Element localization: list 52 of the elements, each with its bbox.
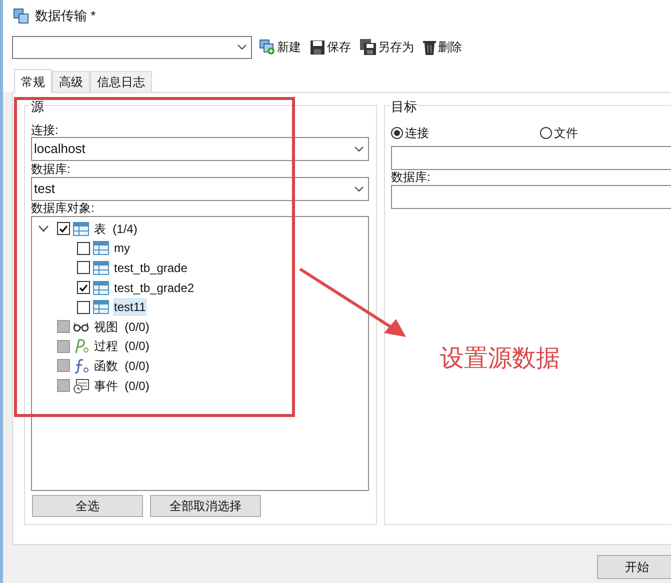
- tree-item[interactable]: test_tb_grade2: [113, 278, 196, 297]
- tree-item[interactable]: test11: [113, 298, 147, 316]
- function-icon: [73, 358, 89, 374]
- tree-item[interactable]: my: [113, 239, 131, 258]
- table-icon: [93, 300, 109, 314]
- toolbar-button[interactable]: 新建: [257, 36, 303, 58]
- connection-field[interactable]: [391, 146, 671, 170]
- field-label: 数据库对象:: [31, 201, 96, 216]
- tab[interactable]: 常规: [14, 69, 52, 93]
- field-label: 连接:: [31, 123, 60, 137]
- table-icon: [93, 241, 109, 256]
- radio-button[interactable]: [540, 127, 552, 139]
- connection-combo[interactable]: localhost: [31, 137, 369, 161]
- field-label: 数据库:: [31, 161, 72, 177]
- table-icon: [93, 260, 109, 275]
- annotation-text: 设置源数据: [440, 343, 560, 374]
- checkbox[interactable]: [77, 281, 90, 294]
- checkbox[interactable]: [77, 261, 90, 274]
- radio-option[interactable]: 文件: [540, 124, 578, 142]
- glasses-icon: [73, 322, 89, 332]
- profile-combo[interactable]: [12, 36, 252, 58]
- dropdown-caret-icon: [354, 186, 364, 192]
- checkbox[interactable]: [77, 300, 90, 314]
- toolbar-button[interactable]: 保存: [308, 36, 353, 58]
- radio-option[interactable]: 连接: [391, 124, 540, 142]
- table-icon: [73, 222, 89, 236]
- tree-item[interactable]: test_tb_grade: [113, 258, 188, 277]
- procedure-icon: [73, 338, 89, 354]
- window-title: 数据传输 *: [35, 7, 96, 26]
- floppy-disks-icon: [360, 39, 376, 55]
- field-label: 数据库:: [391, 170, 432, 185]
- dropdown-caret-icon: [354, 146, 364, 152]
- calendar-clock-icon: [73, 378, 89, 394]
- checkbox[interactable]: [77, 242, 90, 255]
- app-icon: [13, 8, 29, 24]
- radio-button[interactable]: [391, 127, 403, 139]
- table-icon: [93, 280, 109, 295]
- dropdown-caret-icon: [237, 44, 247, 50]
- tab[interactable]: 信息日志: [90, 71, 152, 92]
- expand-chevron-icon[interactable]: [38, 224, 49, 233]
- toolbar-button[interactable]: 删除: [421, 36, 464, 58]
- tree-item[interactable]: 表 (1/4): [94, 220, 138, 238]
- checkbox[interactable]: [57, 222, 70, 236]
- toolbar-button[interactable]: 另存为: [358, 36, 416, 58]
- new-transfer-icon: [259, 39, 275, 55]
- trash-icon: [423, 40, 436, 54]
- database-field[interactable]: [391, 185, 671, 209]
- select-button[interactable]: 全选: [32, 495, 143, 517]
- select-button[interactable]: 全部取消选择: [150, 495, 261, 517]
- tab[interactable]: 高级: [52, 71, 90, 92]
- start-button[interactable]: 开始: [597, 555, 671, 579]
- database-combo[interactable]: test: [31, 177, 369, 201]
